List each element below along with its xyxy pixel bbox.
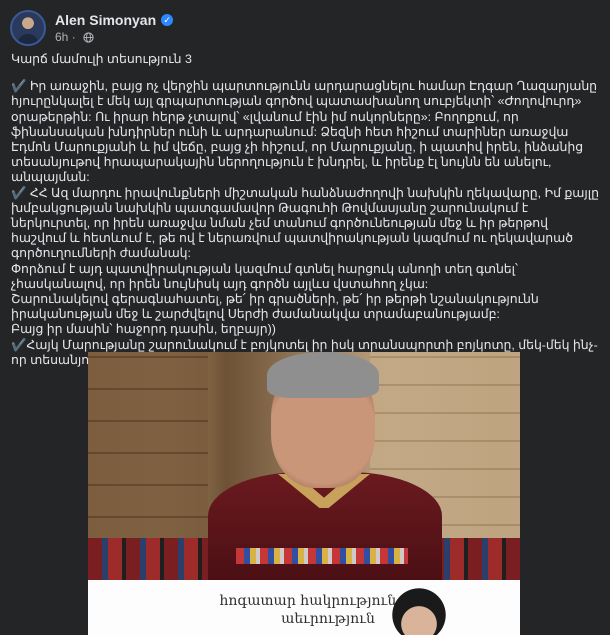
- globe-icon[interactable]: [83, 31, 94, 43]
- person-hair: [267, 352, 379, 398]
- post-paragraph: ✔️ ՀՀ Ազ մարդու իրավունքների միշտական հա…: [11, 185, 599, 261]
- post-photo[interactable]: [88, 352, 520, 580]
- author-name[interactable]: Alen Simonyan: [55, 12, 156, 28]
- post-time-row: 6h ·: [55, 30, 173, 44]
- author-name-row: Alen Simonyan ✓: [55, 12, 174, 28]
- author-meta: Alen Simonyan ✓ 6h ·: [55, 12, 174, 44]
- author-avatar[interactable]: [10, 10, 46, 46]
- post-header: Alen Simonyan ✓ 6h ·: [10, 8, 174, 48]
- post-title-line: Կարճ մամուլի տեսություն 3: [11, 52, 192, 66]
- facebook-post: Alen Simonyan ✓ 6h · Կարճ մամուլի տեսութ…: [0, 0, 610, 635]
- woman-portrait: [384, 588, 454, 635]
- post-paragraph: Բայց իր մասին՝ հաջորդ դասին, եղբայր)): [11, 322, 276, 337]
- post-paragraph: ✔️ Իր առաջին, բայց ոչ վերջին պարտություն…: [11, 79, 598, 185]
- medal-ribbons: [236, 548, 408, 564]
- post-photo-second[interactable]: հոգատար հակրություն, հ...ր աեւրություն: [88, 580, 520, 635]
- verified-badge-icon: ✓: [161, 14, 174, 26]
- post-paragraph: Փորձում է այդ պատվիրակության կազմում գտն…: [11, 261, 518, 291]
- post-timestamp[interactable]: 6h: [55, 30, 68, 44]
- post-paragraph: Շարունակելով գերագնահատել, թե՛ իր գրածնե…: [11, 292, 539, 322]
- separator-dot: ·: [68, 30, 80, 44]
- post-body: Կարճ մամուլի տեսություն 3 ✔️ Իր առաջին, …: [11, 52, 599, 368]
